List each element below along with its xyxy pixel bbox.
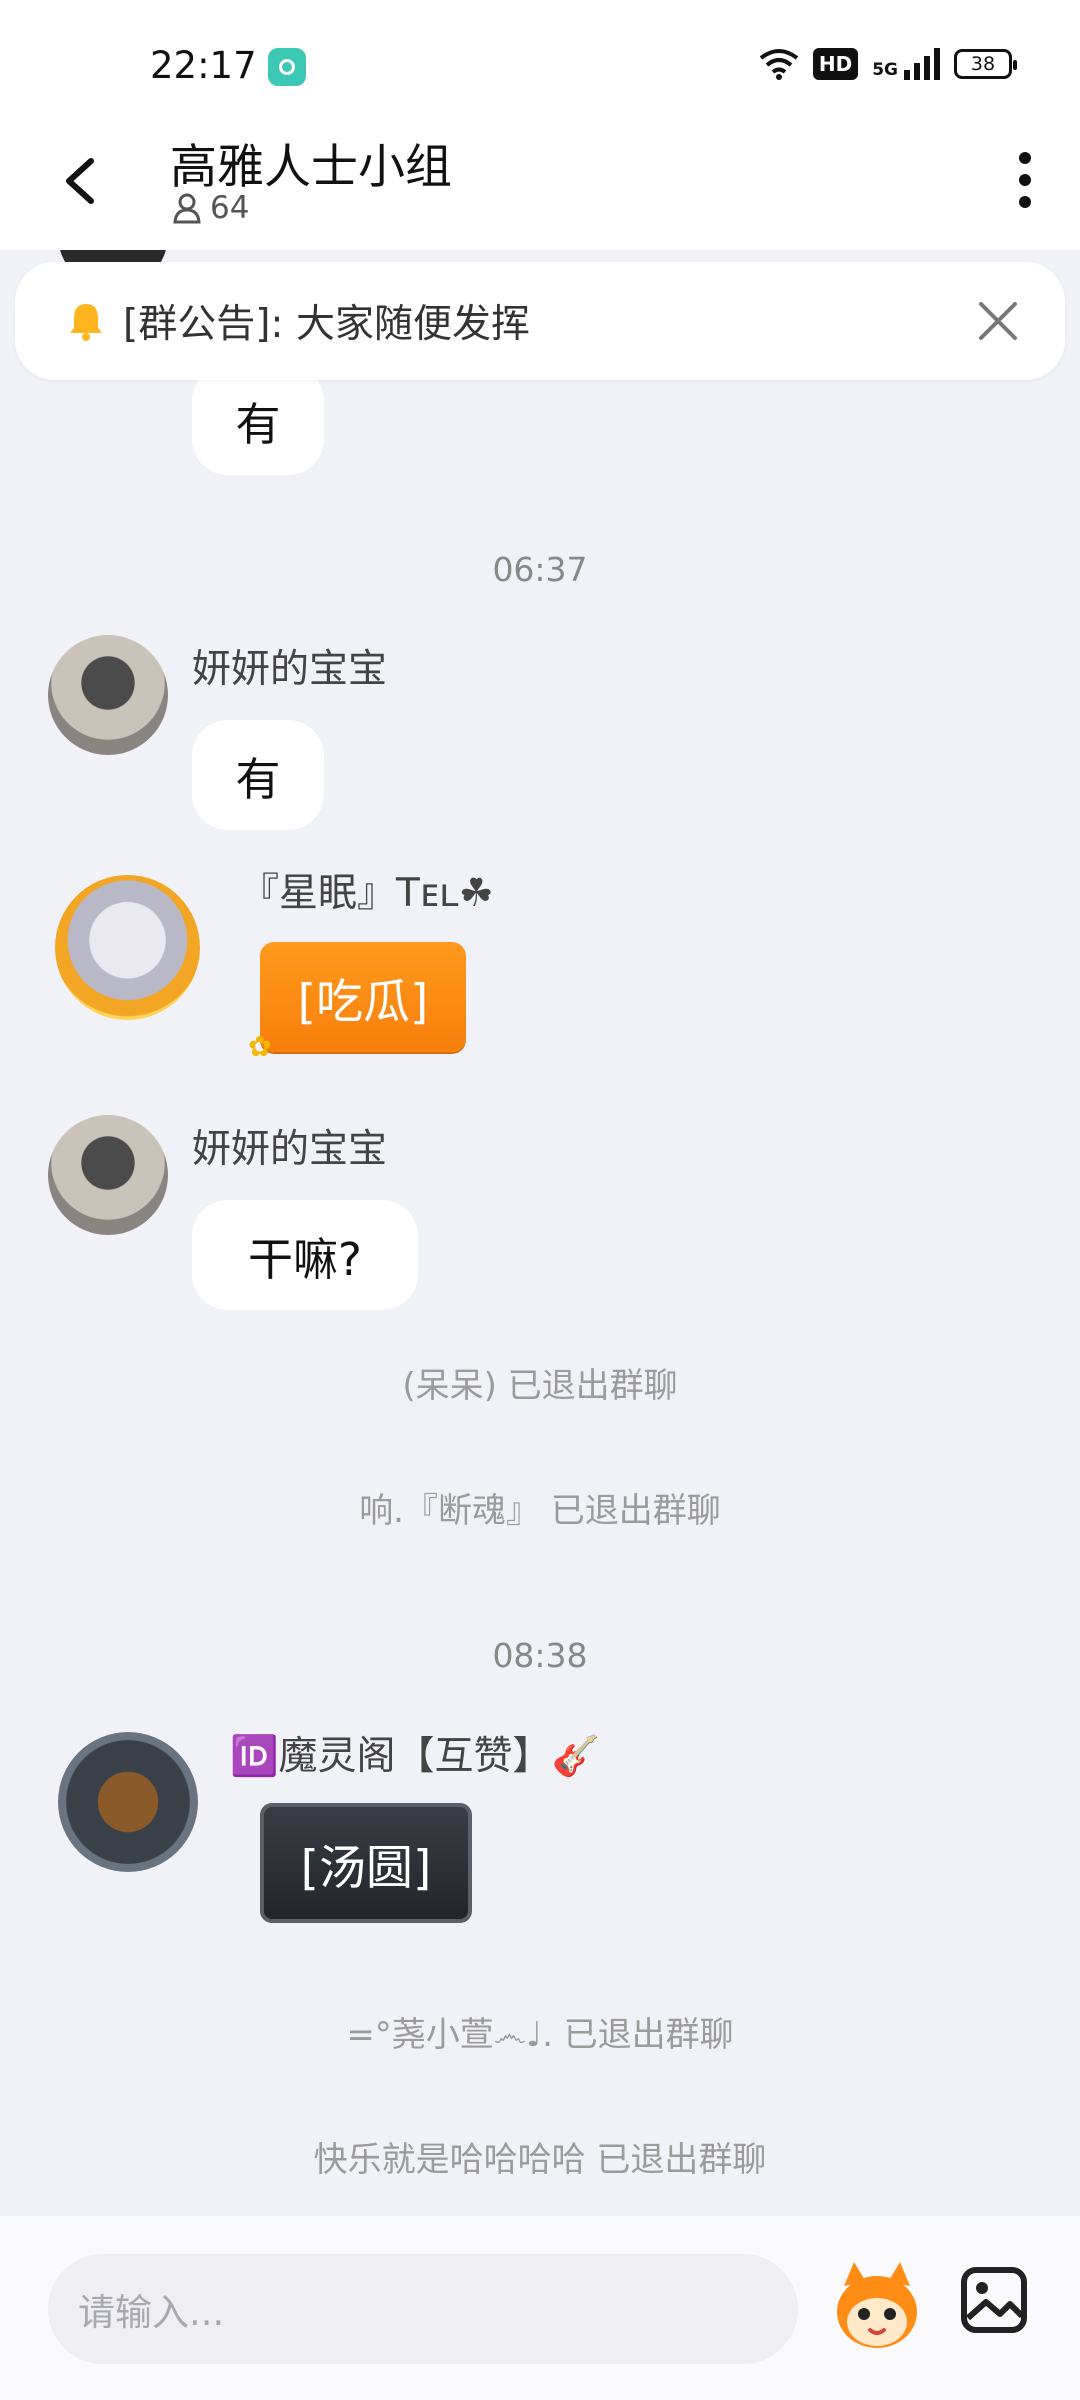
input-bar: 请输入...	[0, 2216, 1080, 2400]
sender-name[interactable]: 『星眠』Tᴇʟ☘	[240, 862, 494, 918]
system-notice: 响.『断魂』 已退出群聊	[359, 1491, 721, 1531]
more-options-button[interactable]	[1010, 150, 1040, 210]
back-button[interactable]	[55, 145, 105, 215]
group-title[interactable]: 高雅人士小组	[170, 128, 452, 197]
chat-message-list[interactable]: 有 06:37 妍妍的宝宝 有 『星眠』Tᴇʟ☘ [吃瓜] ✿ 妍妍的宝宝 干嘛…	[0, 250, 1080, 2216]
sender-name[interactable]: 🆔魔灵阁【互赞】🎸	[230, 1725, 600, 1781]
system-notice: 快乐就是哈哈哈哈 已退出群聊	[313, 2140, 767, 2180]
battery-icon: 38	[954, 49, 1017, 79]
status-time: 22:17	[150, 44, 257, 87]
status-icons: HD 5G 38	[759, 48, 1017, 80]
group-announcement[interactable]: [群公告]: 大家随便发挥	[15, 262, 1065, 380]
sender-name[interactable]: 妍妍的宝宝	[192, 638, 387, 694]
top-bar: 22:17 HD 5G 38 高雅人士小组 64	[0, 0, 1080, 250]
hd-icon: HD	[812, 48, 859, 80]
message-bubble[interactable]: 有	[192, 365, 324, 475]
clover-icon: ✿	[248, 1030, 272, 1063]
image-icon[interactable]	[960, 2266, 1028, 2334]
time-divider: 08:38	[492, 1636, 588, 1675]
app-notification-icon	[268, 48, 306, 86]
avatar[interactable]	[48, 1115, 168, 1235]
message-bubble[interactable]: 有	[192, 720, 324, 830]
avatar[interactable]	[58, 1732, 198, 1872]
signal-icon: 5G	[872, 48, 940, 80]
sticker-message[interactable]: [汤圆]	[260, 1803, 472, 1923]
sender-name[interactable]: 妍妍的宝宝	[192, 1118, 387, 1174]
member-count: 64	[210, 190, 250, 226]
bell-icon	[70, 304, 102, 341]
message-bubble[interactable]: 干嘛?	[192, 1200, 418, 1310]
close-icon[interactable]	[971, 294, 1025, 348]
avatar[interactable]	[48, 635, 168, 755]
member-count-row[interactable]: 64	[172, 190, 249, 226]
chevron-left-icon	[66, 158, 94, 204]
person-icon	[173, 193, 201, 224]
mascot-emoji-icon[interactable]	[832, 2256, 922, 2356]
message-input[interactable]: 请输入...	[48, 2254, 798, 2364]
avatar[interactable]	[55, 875, 200, 1020]
sticker-message[interactable]: [吃瓜]	[260, 942, 466, 1052]
announcement-text: [群公告]: 大家随便发挥	[123, 302, 530, 347]
system-notice: (呆呆) 已退出群聊	[402, 1366, 678, 1406]
wifi-icon	[759, 49, 799, 80]
system-notice: =°荛小萱෴♩. 已退出群聊	[346, 2015, 734, 2055]
time-divider: 06:37	[492, 550, 588, 589]
